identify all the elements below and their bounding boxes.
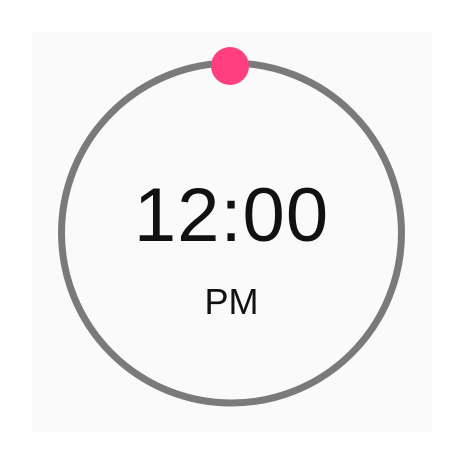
time-display: 12:00 [133,173,330,258]
drag-handle-icon[interactable] [211,47,249,85]
period-label[interactable]: PM [0,284,463,320]
